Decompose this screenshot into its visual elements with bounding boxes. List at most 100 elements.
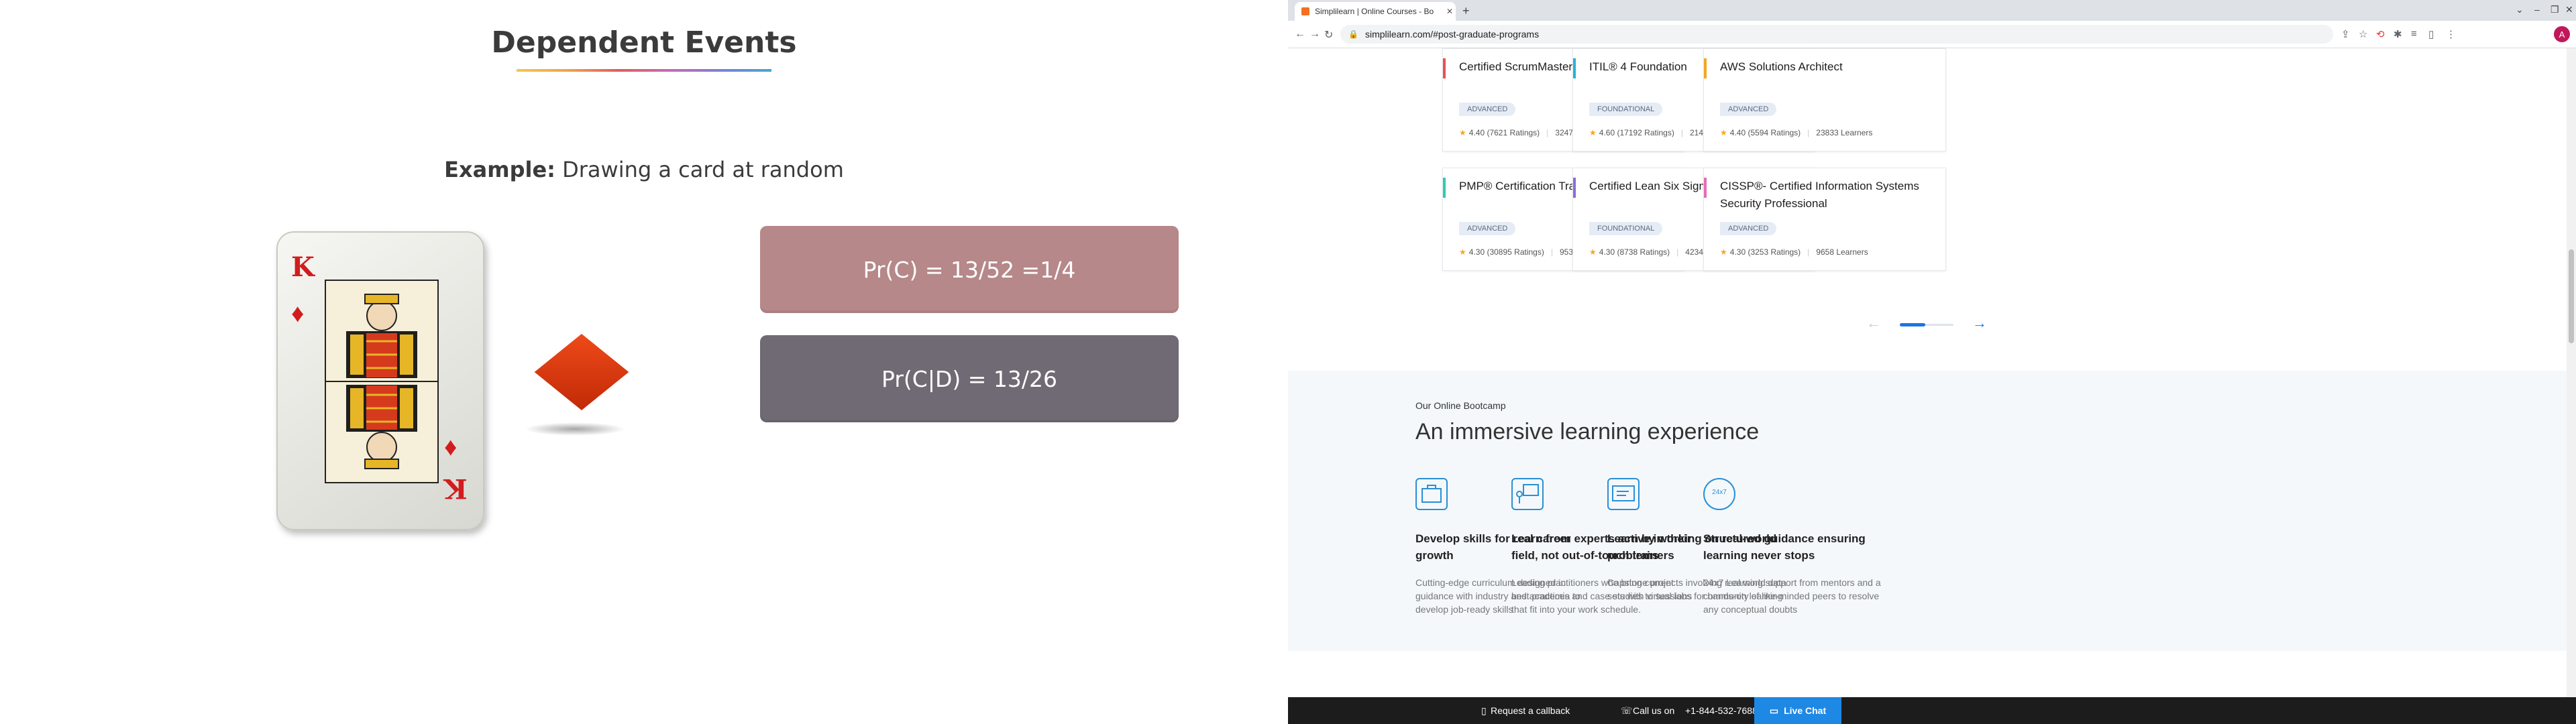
back-icon[interactable]: ←	[1295, 28, 1305, 40]
slide-title: Dependent Events	[491, 25, 797, 60]
course-title[interactable]: AWS Solutions Architect	[1720, 58, 1935, 76]
star-icon: ★	[1589, 128, 1597, 137]
title-underline	[517, 69, 771, 72]
sidebar-icon[interactable]: ▯	[2428, 28, 2434, 40]
lock-icon: 🔒	[1348, 29, 1358, 39]
tab-title: Simplilearn | Online Courses - Bo	[1315, 7, 1434, 16]
probability-box-c-given-d: Pr(C|D) = 13/26	[760, 335, 1179, 422]
course-accent-bar	[1443, 178, 1446, 198]
card-rank-bottom: K	[444, 473, 468, 504]
live-chat-label: Live Chat	[1784, 705, 1827, 716]
king-portrait	[325, 280, 439, 483]
24x7-icon-text: 24x7	[1712, 489, 1727, 496]
course-accent-bar	[1443, 58, 1446, 78]
close-window-icon[interactable]: ✕	[2565, 4, 2573, 15]
course-rating: 4.40 (5594 Ratings)	[1729, 128, 1801, 137]
browser-window: Simplilearn | Online Courses - Bo ✕ + ⌄ …	[1288, 0, 2576, 724]
feature-description: 24x7 Learning support from mentors and a…	[1703, 577, 1881, 615]
card-suit-bottom-icon: ♦	[444, 434, 458, 463]
course-level-badge: ADVANCED	[1459, 222, 1516, 235]
close-tab-icon[interactable]: ✕	[1444, 7, 1456, 16]
24x7-icon: 24x7	[1703, 478, 1735, 510]
star-icon: ★	[1720, 128, 1727, 137]
projects-icon	[1607, 478, 1640, 510]
course-learners: 9658 Learners	[1816, 247, 1868, 257]
course-accent-bar	[1704, 58, 1707, 78]
minimize-icon[interactable]: –	[2534, 4, 2540, 15]
presenter-icon	[1511, 478, 1544, 510]
course-rating: 4.40 (7621 Ratings)	[1468, 128, 1540, 137]
favicon-icon	[1301, 7, 1309, 15]
card-rank-top: K	[291, 251, 315, 283]
course-level-badge: ADVANCED	[1459, 103, 1516, 116]
course-rating: 4.30 (3253 Ratings)	[1729, 247, 1801, 257]
course-rating: 4.60 (17192 Ratings)	[1599, 128, 1674, 137]
carousel-next-arrow-icon[interactable]: →	[1972, 314, 1987, 332]
page-scrollbar[interactable]	[2567, 48, 2576, 697]
call-icon: ☏	[1621, 705, 1633, 716]
address-bar[interactable]: 🔒 simplilearn.com/#post-graduate-program…	[1340, 25, 2333, 44]
course-accent-bar	[1573, 178, 1576, 198]
course-level-badge: ADVANCED	[1720, 222, 1777, 235]
reload-icon[interactable]: ↻	[1324, 28, 1333, 42]
page-content: Certified ScrumMaster® (CSM) ADVANCED ★ 4…	[1288, 48, 2567, 697]
phone-icon: ▯	[1481, 705, 1487, 716]
course-title[interactable]: CISSP®- Certified Information Systems Se…	[1720, 178, 1935, 213]
course-card[interactable]: AWS Solutions Architect ADVANCED ★ 4.40 (…	[1703, 48, 1946, 152]
new-tab-icon[interactable]: +	[1462, 4, 1470, 18]
extension-2-icon[interactable]: ≡	[2411, 28, 2417, 40]
share-icon[interactable]: ⇪	[2341, 28, 2350, 40]
call-us-label: Call us on	[1633, 705, 1675, 716]
feature-heading: Structured guidance ensuring learning ne…	[1703, 532, 1866, 562]
star-icon: ★	[1589, 247, 1597, 257]
bootcamp-eyebrow: Our Online Bootcamp	[1415, 400, 1506, 411]
carousel-progress-active	[1900, 323, 1925, 326]
tab-bar: Simplilearn | Online Courses - Bo ✕ + ⌄ …	[1288, 0, 2576, 21]
course-accent-bar	[1573, 58, 1576, 78]
browser-tab[interactable]: Simplilearn | Online Courses - Bo ✕	[1295, 2, 1456, 21]
example-line: Example: Drawing a card at random	[0, 157, 1288, 182]
course-rating: 4.30 (30895 Ratings)	[1468, 247, 1544, 257]
example-text: Drawing a card at random	[562, 157, 844, 182]
bootcamp-section: Our Online Bootcamp An immersive learnin…	[1288, 371, 2567, 651]
card-suit-top-icon: ♦	[291, 300, 305, 328]
extension-icon[interactable]: ⟲	[2376, 28, 2385, 40]
course-level-badge: FOUNDATIONAL	[1589, 103, 1663, 116]
example-label: Example:	[444, 157, 555, 182]
diamond-shadow	[525, 422, 625, 436]
chat-icon: ▭	[1769, 705, 1779, 716]
menu-dots-icon[interactable]: ⋮	[2446, 28, 2456, 40]
phone-number-link[interactable]: +1-844-532-7688	[1685, 705, 1758, 716]
puzzle-icon[interactable]: ✱	[2394, 28, 2402, 40]
carousel-progress	[1900, 323, 1953, 326]
sticky-footer: ▯ Request a callback ☏ Call us on +1-844…	[1288, 697, 2576, 724]
course-level-badge: ADVANCED	[1720, 103, 1777, 116]
forward-icon[interactable]: →	[1309, 28, 1320, 40]
url-text: simplilearn.com/#post-graduate-programs	[1364, 29, 1540, 40]
slide-panel: Dependent Events Example: Drawing a card…	[0, 0, 1288, 724]
briefcase-icon	[1415, 478, 1448, 510]
course-card[interactable]: CISSP®- Certified Information Systems Se…	[1703, 168, 1946, 271]
live-chat-button[interactable]: ▭ Live Chat	[1754, 697, 1841, 724]
course-accent-bar	[1704, 178, 1707, 198]
bookmark-star-icon[interactable]: ☆	[2359, 28, 2367, 40]
carousel-prev-arrow-icon[interactable]: ←	[1866, 314, 1881, 332]
course-meta: ★ 4.30 (3253 Ratings) | 9658 Learners	[1720, 247, 1868, 257]
course-level-badge: FOUNDATIONAL	[1589, 222, 1663, 235]
chevron-down-icon[interactable]: ⌄	[2516, 4, 2524, 15]
course-learners: 23833 Learners	[1816, 128, 1873, 137]
maximize-icon[interactable]: ❐	[2551, 4, 2559, 15]
star-icon: ★	[1720, 247, 1727, 257]
course-meta: ★ 4.40 (5594 Ratings) | 23833 Learners	[1720, 128, 1873, 137]
star-icon: ★	[1459, 247, 1466, 257]
course-rating: 4.30 (8738 Ratings)	[1599, 247, 1670, 257]
playing-card: K ♦ ♦ K	[276, 231, 484, 530]
feature-item: 24x7 Structured guidance ensuring learni…	[1703, 478, 1884, 616]
bootcamp-title: An immersive learning experience	[1415, 419, 1760, 444]
profile-avatar[interactable]: A	[2554, 26, 2570, 42]
browser-toolbar: ← → ↻ 🔒 simplilearn.com/#post-graduate-p…	[1288, 21, 2576, 48]
star-icon: ★	[1459, 128, 1466, 137]
probability-box-c: Pr(C) = 13/52 =1/4	[760, 226, 1179, 313]
scrollbar-thumb[interactable]	[2569, 249, 2574, 343]
request-callback-link[interactable]: Request a callback	[1491, 705, 1570, 716]
